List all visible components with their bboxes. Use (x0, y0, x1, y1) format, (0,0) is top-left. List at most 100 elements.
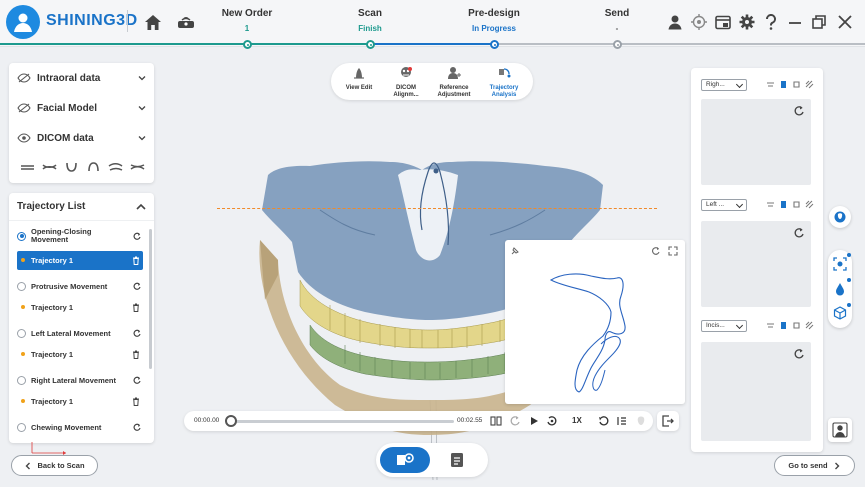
restore-icon[interactable] (808, 11, 830, 33)
layer-intraoral-data[interactable]: Intraoral data (9, 63, 154, 93)
chevron-down-icon[interactable] (138, 74, 146, 82)
timeline-track[interactable] (232, 420, 454, 423)
layer-icon[interactable] (792, 200, 801, 209)
loop-icon[interactable] (598, 415, 610, 427)
radio-unselected[interactable] (17, 281, 26, 291)
radio-unselected[interactable] (17, 375, 26, 385)
trash-icon[interactable] (132, 397, 140, 406)
trajectory-item-selected[interactable]: Trajectory 1 (17, 251, 143, 270)
view-selector-3[interactable]: Incis... (701, 320, 747, 332)
close-icon[interactable] (834, 11, 856, 33)
design-mode-button[interactable] (380, 447, 430, 473)
radio-unselected[interactable] (17, 422, 26, 432)
reset-icon[interactable] (133, 282, 141, 290)
go-to-send-button[interactable]: Go to send (774, 455, 855, 476)
back-to-scan-button[interactable]: Back to Scan (11, 455, 98, 476)
target-icon[interactable] (688, 11, 710, 33)
trash-icon[interactable] (132, 350, 140, 359)
movement-opening-closing[interactable]: Opening-Closing Movement (9, 221, 154, 251)
window-icon[interactable] (712, 11, 734, 33)
radio-unselected[interactable] (17, 328, 26, 338)
tooth-view-button[interactable] (829, 206, 851, 228)
layer-icon[interactable] (792, 80, 801, 89)
layer-icon[interactable] (792, 321, 801, 330)
speed-selector[interactable]: 1X (572, 416, 582, 425)
eye-icon[interactable] (17, 133, 31, 143)
tool-reference-adjustment[interactable]: Reference Adjustment (431, 66, 477, 99)
refresh-icon[interactable] (793, 348, 805, 360)
view-selector-1[interactable]: Righ... (701, 79, 747, 91)
trajectory-item[interactable]: Trajectory 1 (17, 392, 143, 411)
reset-icon[interactable] (133, 329, 141, 337)
face-scan-icon[interactable] (833, 257, 847, 271)
report-button[interactable] (446, 449, 468, 471)
chevron-up-icon[interactable] (136, 203, 146, 210)
exit-playback-button[interactable] (657, 411, 679, 431)
scrollbar[interactable] (149, 229, 152, 369)
step-new-order[interactable]: New Order 1 (187, 8, 307, 33)
movement-protrusive[interactable]: Protrusive Movement (9, 274, 154, 298)
align-icon[interactable] (766, 80, 775, 89)
view-box-1[interactable] (701, 99, 811, 185)
tilt-left-icon[interactable] (108, 161, 123, 173)
upper-arch-icon[interactable] (86, 161, 101, 173)
gear-icon[interactable] (736, 11, 758, 33)
layer-dicom-data[interactable]: DICOM data (9, 123, 154, 153)
timeline-knob[interactable] (225, 415, 237, 427)
layer-facial-model[interactable]: Facial Model (9, 93, 154, 123)
trash-icon[interactable] (132, 256, 140, 265)
radio-selected[interactable] (17, 231, 26, 241)
hatch-icon[interactable] (805, 321, 814, 330)
cube-icon[interactable] (833, 306, 847, 320)
play-icon[interactable] (528, 415, 540, 427)
hatch-icon[interactable] (805, 200, 814, 209)
help-icon[interactable] (760, 11, 782, 33)
eye-hidden-icon[interactable] (17, 103, 31, 113)
patient-view-button[interactable] (828, 418, 852, 442)
tooth-blue-icon[interactable] (779, 200, 788, 209)
trajectory-list-header[interactable]: Trajectory List (9, 193, 154, 221)
trajectory-item[interactable]: Trajectory 1 (17, 345, 143, 364)
tilt-right-icon[interactable] (130, 161, 145, 173)
split-view-icon[interactable] (490, 415, 502, 427)
tooth-blue-icon[interactable] (779, 80, 788, 89)
view-box-2[interactable] (701, 221, 811, 307)
view-box-3[interactable] (701, 342, 811, 441)
user-icon[interactable] (664, 11, 686, 33)
step-forward-icon[interactable] (546, 415, 558, 427)
trash-icon[interactable] (132, 303, 140, 312)
chevron-down-icon[interactable] (138, 104, 146, 112)
align-icon[interactable] (766, 321, 775, 330)
minimize-icon[interactable] (784, 11, 806, 33)
movement-right-lateral[interactable]: Right Lateral Movement (9, 368, 154, 392)
step-send[interactable]: Send - (557, 8, 677, 33)
align-icon[interactable] (766, 200, 775, 209)
marker-icon[interactable] (616, 415, 628, 427)
step-pre-design[interactable]: Pre-design In Progress (434, 8, 554, 33)
trajectory-item[interactable]: Trajectory 1 (17, 298, 143, 317)
hatch-icon[interactable] (805, 80, 814, 89)
upper-jaw-icon[interactable] (20, 161, 35, 173)
view-selector-2[interactable]: Left ... (701, 199, 747, 211)
movement-left-lateral[interactable]: Left Lateral Movement (9, 321, 154, 345)
step-back-icon[interactable] (509, 415, 521, 427)
bite-icon[interactable] (42, 161, 57, 173)
tool-dicom-alignment[interactable]: DICOM Alignm... (383, 66, 429, 99)
lower-arch-icon[interactable] (64, 161, 79, 173)
reset-icon[interactable] (133, 376, 141, 384)
tool-trajectory-analysis[interactable]: Trajectory Analysis (481, 66, 527, 99)
tooth-marker-icon[interactable] (635, 415, 647, 427)
refresh-icon[interactable] (793, 105, 805, 117)
status-dot (847, 278, 851, 282)
movement-chewing[interactable]: Chewing Movement (9, 415, 154, 439)
refresh-icon[interactable] (793, 227, 805, 239)
trajectory-curve-window[interactable] (505, 240, 685, 404)
reset-icon[interactable] (133, 232, 141, 240)
chevron-down-icon[interactable] (138, 134, 146, 142)
tool-view-edit[interactable]: View Edit (336, 66, 382, 92)
tooth-blue-icon[interactable] (779, 321, 788, 330)
reset-icon[interactable] (133, 423, 141, 431)
step-scan[interactable]: Scan Finish (310, 8, 430, 33)
drop-icon[interactable] (834, 282, 846, 296)
eye-hidden-icon[interactable] (17, 73, 31, 83)
